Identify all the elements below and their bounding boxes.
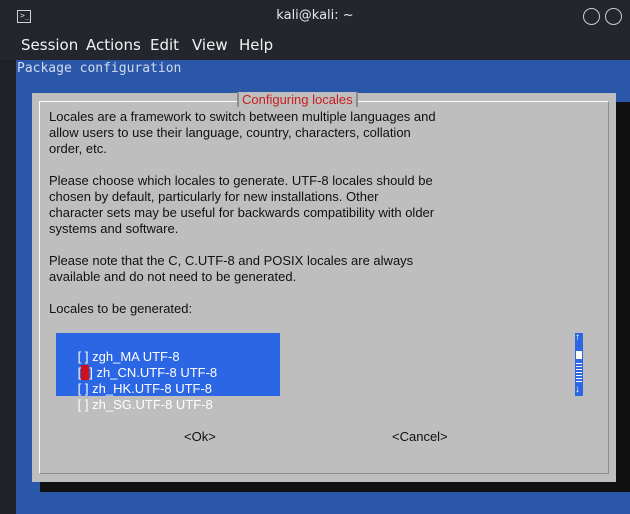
menu-help[interactable]: Help xyxy=(239,36,273,54)
scroll-thumb[interactable] xyxy=(576,351,582,359)
menu-actions[interactable]: Actions xyxy=(86,36,141,54)
close-button[interactable] xyxy=(605,8,622,25)
locales-dialog: Configuring locales Locales are a framew… xyxy=(32,92,616,482)
menu-view[interactable]: View xyxy=(192,36,228,54)
list-scrollbar[interactable]: ↑ ↓ xyxy=(575,333,583,396)
cancel-button[interactable]: <Cancel> xyxy=(392,429,448,444)
locale-name: zh_SG.UTF-8 UTF-8 xyxy=(92,397,213,412)
choose-paragraph: Please choose which locales to generate.… xyxy=(49,173,435,236)
list-item[interactable]: [ ] zh_SG.UTF-8 UTF-8 xyxy=(56,381,280,412)
window-title: kali@kali: ~ xyxy=(276,8,354,23)
list-item[interactable]: [ ] zh_HK.UTF-8 UTF-8 xyxy=(56,365,280,396)
terminal-header: Package configuration xyxy=(16,60,630,78)
menubar: Session Actions Edit View Help xyxy=(0,33,630,60)
intro-paragraph: Locales are a framework to switch betwee… xyxy=(49,109,436,156)
ok-button[interactable]: <Ok> xyxy=(184,429,216,444)
window-titlebar: >_ kali@kali: ~ xyxy=(0,0,630,33)
locales-list[interactable]: [ ] zgh_MA UTF-8 [] zh_CN.UTF-8 UTF-8 [ … xyxy=(56,333,280,412)
scroll-track[interactable] xyxy=(576,363,582,383)
list-item[interactable]: [ ] zgh_MA UTF-8 xyxy=(56,333,280,364)
package-configuration-label: Package configuration xyxy=(17,61,182,76)
note-paragraph: Please note that the C, C.UTF-8 and POSI… xyxy=(49,253,414,284)
menu-session[interactable]: Session xyxy=(21,36,78,54)
locales-list-label: Locales to be generated: xyxy=(49,301,193,316)
list-item[interactable]: [] zh_CN.UTF-8 UTF-8 xyxy=(56,349,280,380)
scroll-up-icon[interactable]: ↑ xyxy=(575,333,580,343)
menu-edit[interactable]: Edit xyxy=(150,36,179,54)
dialog-title: Configuring locales xyxy=(237,92,358,107)
checkbox[interactable]: [ ] xyxy=(78,397,89,412)
minimize-button[interactable] xyxy=(583,8,600,25)
scroll-down-icon[interactable]: ↓ xyxy=(575,385,580,395)
